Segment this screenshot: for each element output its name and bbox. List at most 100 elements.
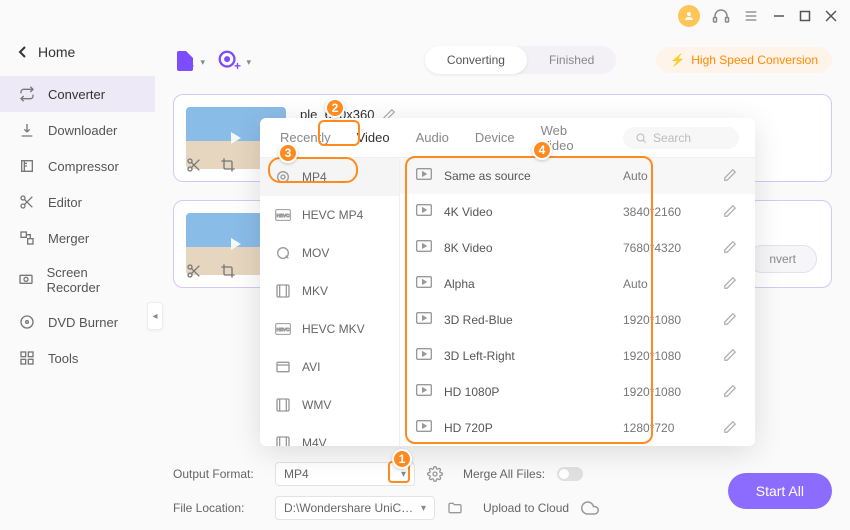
tab-finished[interactable]: Finished [527,46,616,74]
resolution-item[interactable]: HD 720P1280*720 [400,410,755,446]
sidebar-item-label: Merger [48,231,89,246]
sidebar-item-merger[interactable]: Merger [0,220,155,256]
sidebar-item-label: Tools [48,351,78,366]
format-item-m4v[interactable]: M4V [260,424,399,446]
edit-preset-icon[interactable] [723,240,739,256]
popup-tab-audio[interactable]: Audio [412,118,453,157]
add-dvd-icon[interactable]: +▾ [217,49,239,71]
merge-toggle[interactable] [557,467,583,481]
format-item-wmv[interactable]: WMV [260,386,399,424]
compressor-icon [18,157,36,175]
edit-preset-icon[interactable] [723,312,739,328]
cloud-icon[interactable] [581,499,599,517]
popup-tab-device[interactable]: Device [471,118,519,157]
menu-icon[interactable] [742,7,760,25]
resolution-item[interactable]: 8K Video7680*4320 [400,230,755,266]
format-item-mp4[interactable]: MP4 [260,158,399,196]
video-icon [416,275,434,293]
resolution-item[interactable]: 3D Red-Blue1920*1080 [400,302,755,338]
merge-label: Merge All Files: [463,467,545,481]
format-item-hevc-mkv[interactable]: HEVCHEVC MKV [260,310,399,348]
headset-icon[interactable] [712,7,730,25]
svg-text:+: + [187,59,194,73]
format-popup: Recently Video Audio Device Web Video Se… [260,118,755,446]
convert-button[interactable]: nvert [748,245,817,273]
svg-text:HEVC: HEVC [277,213,291,218]
step-marker-4: 4 [532,140,552,160]
sidebar-item-screen-recorder[interactable]: Screen Recorder [0,256,155,304]
sidebar-item-label: Compressor [48,159,119,174]
edit-preset-icon[interactable] [723,348,739,364]
sidebar-item-compressor[interactable]: Compressor [0,148,155,184]
status-segment: Converting Finished [425,46,616,74]
trim-icon[interactable] [186,263,202,279]
high-speed-button[interactable]: ⚡High Speed Conversion [656,47,832,73]
file-location-select[interactable]: D:\Wondershare UniConverter 1▾ [275,496,435,520]
trim-icon[interactable] [186,157,202,173]
edit-preset-icon[interactable] [723,384,739,400]
bottom-bar: Output Format: MP4▾ Merge All Files: Fil… [155,452,850,530]
sidebar-item-label: Editor [48,195,82,210]
sidebar-item-label: Converter [48,87,105,102]
format-item-mov[interactable]: MOV [260,234,399,272]
download-icon [18,121,36,139]
step-marker-2: 2 [325,98,345,118]
file-location-label: File Location: [173,501,263,515]
chevron-left-icon [18,46,28,58]
start-all-button[interactable]: Start All [728,473,832,509]
step-marker-1: 1 [392,449,412,469]
edit-preset-icon[interactable] [723,168,739,184]
merger-icon [18,229,36,247]
video-icon [416,383,434,401]
user-avatar[interactable] [678,5,700,27]
grid-icon [18,349,36,367]
resolution-item[interactable]: 4K Video3840*2160 [400,194,755,230]
step-marker-3: 3 [278,143,298,163]
upload-cloud-label: Upload to Cloud [483,501,569,515]
hevc-icon: HEVC [274,320,292,338]
folder-icon[interactable] [447,500,463,516]
resolution-item[interactable]: AlphaAuto [400,266,755,302]
sidebar-item-label: DVD Burner [48,315,118,330]
crop-icon[interactable] [220,263,236,279]
sidebar-item-dvd-burner[interactable]: DVD Burner [0,304,155,340]
output-format-label: Output Format: [173,467,263,481]
video-icon [416,167,434,185]
chevron-down-icon: ▾ [421,503,426,514]
sidebar-item-editor[interactable]: Editor [0,184,155,220]
resolution-item[interactable]: HD 1080P1920*1080 [400,374,755,410]
maximize-button[interactable] [798,9,812,23]
recorder-icon [18,271,35,289]
video-icon [416,419,434,437]
edit-preset-icon[interactable] [723,204,739,220]
settings-icon[interactable] [427,466,443,482]
video-icon [416,239,434,257]
converter-icon [18,85,36,103]
edit-preset-icon[interactable] [723,420,739,436]
format-item-hevc-mp4[interactable]: HEVCHEVC MP4 [260,196,399,234]
svg-text:HEVC: HEVC [277,327,291,332]
minimize-button[interactable] [772,9,786,23]
close-button[interactable] [824,9,838,23]
sidebar-item-converter[interactable]: Converter [0,76,155,112]
popup-search-input[interactable]: Search [623,127,739,149]
sidebar-item-tools[interactable]: Tools [0,340,155,376]
popup-tab-video[interactable]: Video [353,118,394,157]
chevron-down-icon: ▾ [401,469,406,480]
format-item-avi[interactable]: AVI [260,348,399,386]
film-icon [274,358,292,376]
video-icon [416,311,434,329]
target-icon [274,168,292,186]
home-back[interactable]: Home [0,36,155,68]
resolution-item[interactable]: 3D Left-Right1920*1080 [400,338,755,374]
disc-icon [18,313,36,331]
scissors-icon [18,193,36,211]
add-file-icon[interactable]: +▾ [173,49,195,71]
sidebar-item-downloader[interactable]: Downloader [0,112,155,148]
format-item-mkv[interactable]: MKV [260,272,399,310]
crop-icon[interactable] [220,157,236,173]
resolution-item[interactable]: Same as sourceAuto [400,158,755,194]
tab-converting[interactable]: Converting [425,46,527,74]
sidebar: Home Converter Downloader Compressor Edi… [0,32,155,530]
edit-preset-icon[interactable] [723,276,739,292]
